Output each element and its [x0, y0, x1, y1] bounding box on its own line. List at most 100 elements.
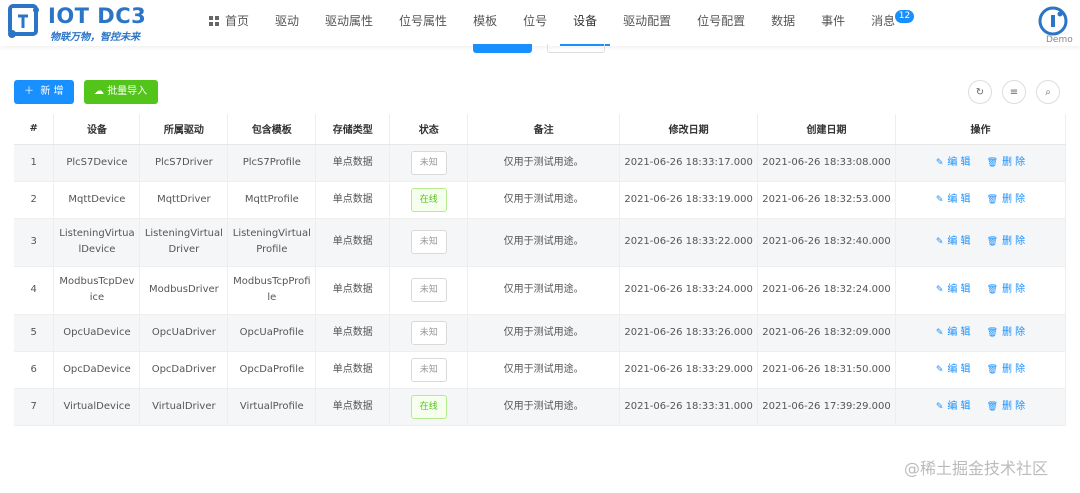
- trash-icon: 🗑: [986, 285, 998, 295]
- cell-updated: 2021-06-26 18:33:22.000: [619, 218, 759, 267]
- edit-icon: ✎: [935, 237, 944, 247]
- edit-button[interactable]: ✎ 编 辑: [936, 236, 971, 247]
- cell-updated: 2021-06-26 18:33:26.000: [619, 314, 759, 352]
- table-row[interactable]: 4 ModbusTcpDevice ModbusDriver ModbusTcpPro…: [14, 266, 1066, 315]
- table-row[interactable]: 7 VirtualDevice VirtualDriver VirtualProfil…: [14, 388, 1066, 426]
- nav-home[interactable]: 首页: [196, 0, 262, 46]
- status-badge: 未知: [410, 230, 447, 254]
- nav-point-config[interactable]: 位号配置: [684, 0, 758, 46]
- nav-label: 位号: [523, 14, 548, 28]
- col-driver[interactable]: 所属驱动: [139, 114, 229, 145]
- refresh-button[interactable]: ↻: [968, 80, 992, 104]
- edit-button[interactable]: ✎ 编 辑: [936, 157, 971, 168]
- cell-actions: ✎ 编 辑 🗑 删 除: [895, 218, 1066, 267]
- cell-index: 5: [14, 314, 55, 352]
- nav-label: 驱动属性: [325, 14, 374, 28]
- col-status[interactable]: 状态: [389, 114, 469, 145]
- search-icon: ⌕: [1045, 86, 1051, 98]
- cell-actions: ✎ 编 辑 🗑 删 除: [895, 351, 1066, 389]
- delete-button[interactable]: 🗑 删 除: [987, 284, 1026, 295]
- status-badge: 未知: [410, 278, 447, 302]
- cell-created: 2021-06-26 18:32:40.000: [757, 218, 897, 267]
- col-created[interactable]: 创建日期: [757, 114, 897, 145]
- nav-profile[interactable]: 模板: [460, 0, 510, 46]
- cell-remark: 仅用于测试用途。: [467, 314, 621, 352]
- table-row[interactable]: 2 MqttDevice MqttDriver MqttProfile 单点数据 在线 仅用…: [14, 181, 1066, 219]
- edit-icon: ✎: [935, 364, 944, 375]
- cell-driver: VirtualDriver: [139, 388, 229, 426]
- cell-remark: 仅用于测试用途。: [467, 388, 621, 426]
- col-index: #: [14, 114, 55, 145]
- cell-profile: ModbusTcpProfile: [227, 266, 317, 315]
- delete-button[interactable]: 🗑 删 除: [987, 157, 1026, 168]
- nav-event[interactable]: 事件: [808, 0, 858, 46]
- nav-label: 位号属性: [399, 14, 448, 28]
- filter-button[interactable]: ≡: [1002, 80, 1026, 104]
- table-row[interactable]: 1 PlcS7Device PlcS7Driver PlcS7Profile 单点数据未…: [14, 144, 1066, 182]
- brand-title: IOT DC3: [48, 4, 147, 28]
- edit-button[interactable]: ✎ 编 辑: [936, 401, 971, 412]
- nav-device[interactable]: 设备: [560, 0, 611, 46]
- edit-button[interactable]: ✎ 编 辑: [936, 364, 971, 375]
- device-table: # 设备 所属驱动 包含模板 存储类型 状态 备注 修改日期 创建日期 操作 1…: [14, 114, 1066, 426]
- import-button-label: 批量导入: [107, 86, 148, 97]
- nav-data[interactable]: 数据: [758, 0, 808, 46]
- cell-storage-type: 单点数据: [315, 218, 391, 267]
- logo-icon: [8, 4, 39, 38]
- user-avatar-icon[interactable]: [1038, 6, 1068, 36]
- view-tab-active[interactable]: [473, 44, 532, 53]
- nav-point-attribute[interactable]: 位号属性: [386, 0, 460, 46]
- table-header-row: # 设备 所属驱动 包含模板 存储类型 状态 备注 修改日期 创建日期 操作: [14, 114, 1066, 145]
- cell-remark: 仅用于测试用途。: [467, 218, 621, 267]
- cell-remark: 仅用于测试用途。: [467, 266, 621, 315]
- delete-button[interactable]: 🗑 删 除: [987, 194, 1026, 205]
- edit-button[interactable]: ✎ 编 辑: [936, 327, 971, 338]
- col-storage-type[interactable]: 存储类型: [315, 114, 391, 145]
- delete-button[interactable]: 🗑 删 除: [987, 401, 1026, 412]
- watermark: @稀土掘金技术社区: [904, 459, 1049, 478]
- nav-driver-attribute[interactable]: 驱动属性: [312, 0, 386, 46]
- cell-created: 2021-06-26 18:31:50.000: [757, 351, 897, 389]
- trash-icon: 🗑: [986, 194, 998, 205]
- cell-created: 2021-06-26 18:32:09.000: [757, 314, 897, 352]
- user-name: Demo: [1046, 35, 1073, 45]
- cell-actions: ✎ 编 辑 🗑 删 除: [895, 314, 1066, 352]
- edit-label: 编 辑: [947, 284, 971, 295]
- table-row[interactable]: 3 ListeningVirtualDevice ListeningVirtualD…: [14, 218, 1066, 267]
- col-remark: 备注: [467, 114, 621, 145]
- cell-index: 6: [14, 351, 55, 389]
- cell-created: 2021-06-26 18:32:24.000: [757, 266, 897, 315]
- nav-driver[interactable]: 驱动: [262, 0, 312, 46]
- delete-button[interactable]: 🗑 删 除: [987, 327, 1026, 338]
- cell-profile: PlcS7Profile: [227, 144, 317, 182]
- delete-label: 删 除: [1002, 400, 1026, 412]
- trash-icon: 🗑: [986, 327, 998, 338]
- trash-icon: 🗑: [986, 401, 998, 412]
- nav-message[interactable]: 消息 12: [858, 0, 915, 46]
- nav-point[interactable]: 位号: [510, 0, 560, 46]
- search-button[interactable]: ⌕: [1036, 80, 1060, 104]
- table-row[interactable]: 6 OpcDaDevice OpcDaDriver OpcDaProfile 单点数据未…: [14, 351, 1066, 389]
- col-updated[interactable]: 修改日期: [619, 114, 759, 145]
- nav-label: 设备: [573, 14, 598, 28]
- cell-remark: 仅用于测试用途。: [467, 351, 621, 389]
- delete-button[interactable]: 🗑 删 除: [987, 364, 1026, 375]
- col-profile[interactable]: 包含模板: [227, 114, 317, 145]
- cell-actions: ✎ 编 辑 🗑 删 除: [895, 181, 1066, 219]
- nav-driver-config[interactable]: 驱动配置: [610, 0, 684, 46]
- cell-index: 7: [14, 388, 55, 426]
- edit-button[interactable]: ✎ 编 辑: [936, 284, 971, 295]
- table-row[interactable]: 5 OpcUaDevice OpcUaDriver OpcUaProfile 单点数据未…: [14, 314, 1066, 352]
- cell-updated: 2021-06-26 18:33:17.000: [619, 144, 759, 182]
- cell-storage-type: 单点数据: [315, 181, 391, 219]
- edit-button[interactable]: ✎ 编 辑: [936, 194, 971, 205]
- col-device[interactable]: 设备: [53, 114, 141, 145]
- brand-logo[interactable]: IOT DC3 物联万物，智控未来: [4, 2, 154, 44]
- cell-device: ModbusTcpDevice: [53, 266, 141, 315]
- delete-button[interactable]: 🗑 删 除: [987, 236, 1026, 247]
- cell-storage-type: 单点数据: [315, 144, 391, 182]
- batch-import-button[interactable]: ☁ 批量导入: [84, 80, 158, 104]
- delete-label: 删 除: [1002, 326, 1026, 338]
- view-tab[interactable]: [547, 44, 605, 53]
- add-button[interactable]: ＋ 新 增: [14, 80, 74, 104]
